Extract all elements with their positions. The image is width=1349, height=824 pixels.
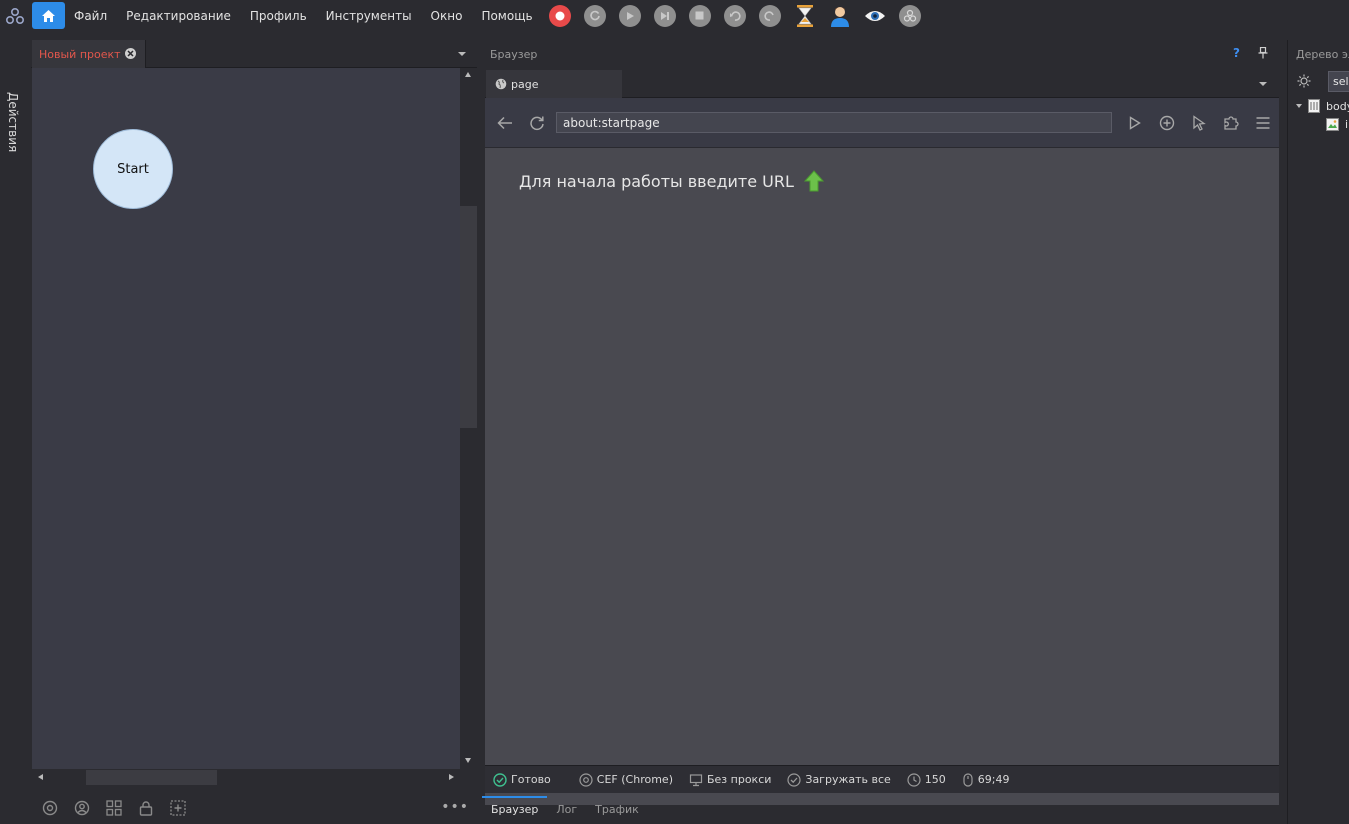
vertical-scroll-thumb[interactable] — [460, 206, 477, 428]
scroll-down-icon[interactable] — [465, 758, 471, 763]
puzzle-icon[interactable] — [1221, 113, 1241, 133]
stop-icon[interactable] — [688, 4, 711, 27]
status-timer[interactable]: 150 — [907, 772, 946, 787]
chevron-down-icon[interactable] — [458, 52, 466, 56]
menu-edit[interactable]: Редактирование — [126, 9, 231, 23]
tab-new-project[interactable]: Новый проект — [32, 40, 146, 68]
chevron-down-icon[interactable] — [1296, 104, 1302, 108]
logo-icon[interactable] — [898, 4, 921, 27]
pin-icon[interactable] — [1258, 46, 1268, 62]
browser-bottom-tabs: Браузер Лог Трафик — [482, 796, 1282, 824]
menu-file[interactable]: Файл — [74, 9, 107, 23]
browser-panel-header: Браузер ? — [482, 40, 1282, 68]
settings-gear-icon[interactable] — [41, 799, 59, 817]
browser-status-bar: Готово CEF (Chrome) Без прокси Загружать… — [485, 765, 1279, 793]
scroll-right-icon[interactable] — [449, 774, 454, 780]
tree-node-body[interactable]: body — [1296, 99, 1349, 113]
toolbar — [548, 4, 934, 27]
project-panel: Новый проект Start ••• — [31, 40, 477, 824]
grid-icon[interactable] — [105, 799, 123, 817]
chrome-icon — [579, 772, 593, 787]
play-icon[interactable] — [618, 4, 641, 27]
add-block-icon[interactable] — [169, 799, 187, 817]
profile-icon[interactable] — [73, 799, 91, 817]
monitor-icon — [689, 773, 703, 786]
menu-help[interactable]: Помощь — [481, 9, 532, 23]
main-menu: Файл Редактирование Профиль Инструменты … — [74, 9, 552, 23]
hamburger-menu-icon[interactable] — [1253, 113, 1273, 133]
record-icon[interactable] — [548, 4, 571, 27]
browser-panel: Браузер ? page Для начала работы введите… — [482, 40, 1282, 824]
menu-tools[interactable]: Инструменты — [326, 9, 412, 23]
element-tree-panel: Дерево элементов selector body img — [1287, 40, 1349, 824]
hourglass-icon[interactable] — [794, 4, 816, 27]
check-circle-icon — [787, 772, 801, 787]
document-icon — [1308, 99, 1320, 113]
status-mouse: 69;49 — [962, 772, 1010, 787]
project-tab-bar: Новый проект — [31, 40, 477, 68]
url-input[interactable] — [556, 112, 1112, 133]
status-load[interactable]: Загружать все — [787, 772, 891, 787]
check-circle-icon — [493, 772, 507, 787]
status-engine[interactable]: CEF (Chrome) — [579, 772, 673, 787]
tab-page[interactable]: page — [486, 70, 622, 98]
actions-side-tab[interactable]: Действия — [6, 92, 20, 152]
image-icon — [1326, 118, 1339, 131]
navbar-actions — [1125, 113, 1285, 133]
start-node[interactable]: Start — [93, 129, 173, 209]
browser-viewport[interactable]: Для начала работы введите URL — [485, 148, 1279, 805]
back-button[interactable] — [495, 113, 515, 133]
tab-new-project-label: Новый проект — [39, 47, 121, 61]
add-action-button[interactable] — [1157, 113, 1177, 133]
sun-settings-icon[interactable] — [1297, 74, 1311, 91]
chevron-down-icon[interactable] — [1259, 82, 1267, 86]
left-side-strip: Действия — [0, 40, 31, 824]
app-logo-icon — [0, 0, 30, 31]
menu-profile[interactable]: Профиль — [250, 9, 307, 23]
go-button[interactable] — [1125, 113, 1145, 133]
scroll-up-icon[interactable] — [465, 72, 471, 77]
close-icon[interactable] — [125, 48, 136, 59]
start-page-message: Для начала работы введите URL — [519, 170, 824, 192]
home-button[interactable] — [32, 2, 65, 29]
clock-icon — [907, 772, 921, 787]
upload-arrow-icon — [803, 170, 824, 192]
start-page-text: Для начала работы введите URL — [519, 171, 794, 191]
lock-icon[interactable] — [137, 799, 155, 817]
top-bar: Файл Редактирование Профиль Инструменты … — [0, 0, 1349, 31]
reload-button[interactable] — [527, 113, 547, 133]
globe-icon — [495, 78, 507, 90]
vertical-scrollbar[interactable] — [460, 68, 477, 769]
selector-type-select[interactable]: selector — [1328, 71, 1349, 92]
home-icon — [42, 9, 55, 22]
cursor-select-button[interactable] — [1189, 113, 1209, 133]
tab-traffic[interactable]: Трафик — [586, 796, 648, 824]
scroll-left-icon[interactable] — [38, 774, 43, 780]
help-icon[interactable]: ? — [1233, 46, 1240, 60]
eye-icon[interactable] — [864, 5, 886, 27]
status-proxy[interactable]: Без прокси — [689, 773, 771, 787]
project-footer-toolbar: ••• — [31, 792, 477, 824]
horizontal-scroll-thumb[interactable] — [86, 770, 217, 785]
project-canvas[interactable]: Start — [32, 68, 460, 769]
horizontal-scrollbar[interactable] — [32, 769, 460, 787]
user-icon[interactable] — [829, 5, 851, 27]
tree-node-img[interactable]: img — [1326, 118, 1349, 131]
restart-icon[interactable] — [583, 4, 606, 27]
browser-navbar — [485, 98, 1279, 148]
tab-browser[interactable]: Браузер — [482, 796, 548, 824]
element-tree-title: Дерево элементов — [1296, 48, 1349, 61]
tab-page-label: page — [511, 77, 539, 91]
tab-log[interactable]: Лог — [547, 796, 586, 824]
step-icon[interactable] — [653, 4, 676, 27]
more-options-icon[interactable]: ••• — [441, 799, 469, 815]
mouse-icon — [963, 772, 973, 787]
browser-panel-title: Браузер — [490, 47, 538, 61]
status-ready: Готово — [493, 772, 551, 787]
menu-window[interactable]: Окно — [431, 9, 463, 23]
redo-icon[interactable] — [758, 4, 781, 27]
browser-tab-bar: page — [485, 70, 1279, 98]
undo-icon[interactable] — [723, 4, 746, 27]
